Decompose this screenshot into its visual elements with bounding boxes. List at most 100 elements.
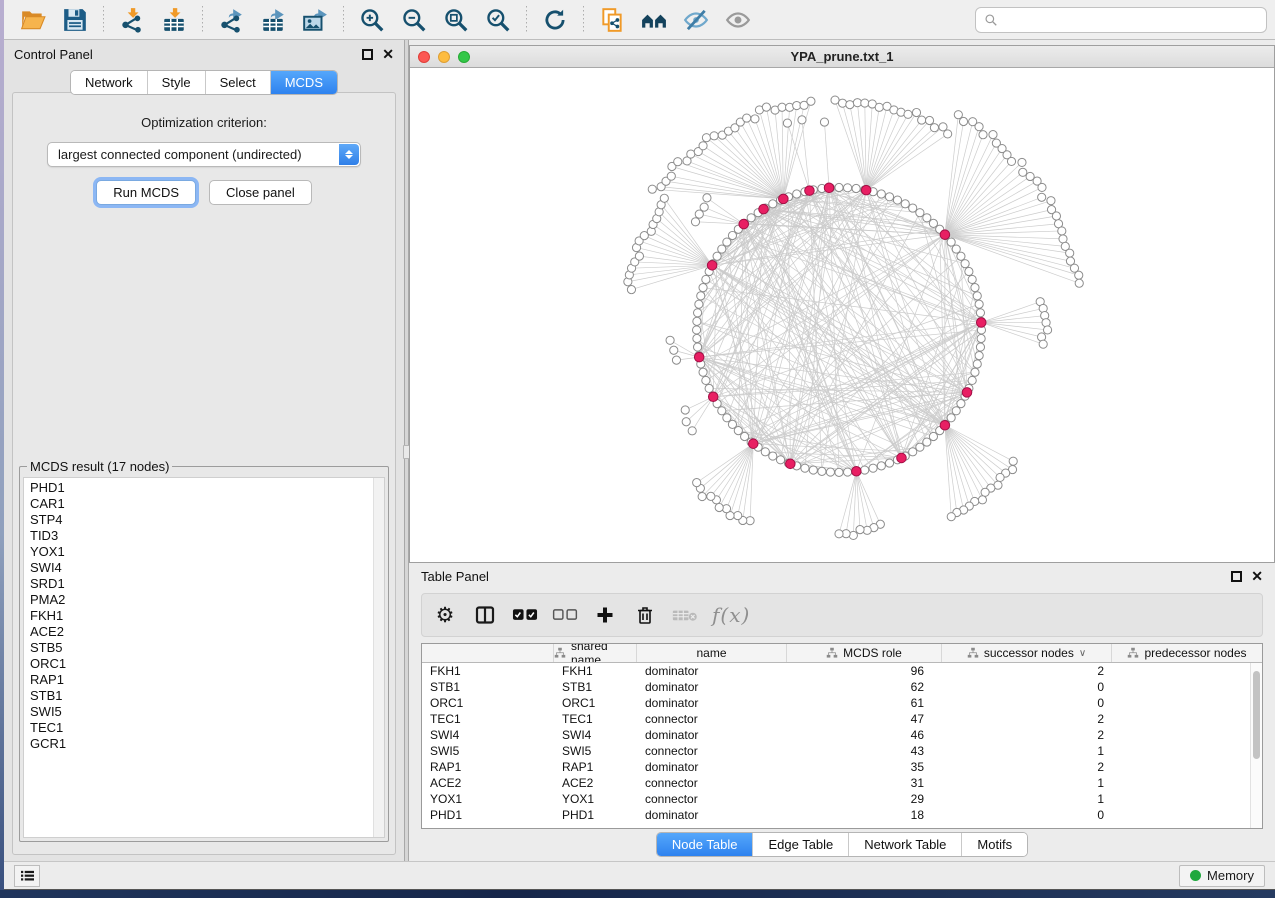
zoom-out-button[interactable] — [397, 4, 431, 36]
table-tab[interactable]: Edge Table — [753, 833, 849, 856]
export-image-button[interactable] — [298, 4, 332, 36]
memory-button[interactable]: Memory — [1179, 865, 1265, 887]
zoom-in-button[interactable] — [355, 4, 389, 36]
control-panel-float-icon[interactable] — [362, 49, 373, 60]
task-list-icon — [20, 869, 35, 882]
table-tab[interactable]: Node Table — [657, 833, 754, 856]
mcds-result-item[interactable]: FKH1 — [30, 608, 384, 624]
table-tab[interactable]: Motifs — [962, 833, 1027, 856]
import-table-button[interactable] — [157, 4, 191, 36]
table-row[interactable]: FKH1 FKH1 dominator 96 2 — [422, 663, 1250, 679]
column-header[interactable]: name ∨ — [637, 644, 787, 662]
select-all-button[interactable] — [512, 602, 538, 628]
mcds-result-item[interactable]: SWI4 — [30, 560, 384, 576]
mcds-result-item[interactable]: ORC1 — [30, 656, 384, 672]
cell-successor-nodes: 96 — [787, 664, 942, 678]
mcds-result-item[interactable]: ACE2 — [30, 624, 384, 640]
window-close-icon[interactable] — [418, 51, 430, 63]
mcds-result-group: MCDS result (17 nodes) PHD1CAR1STP4TID3Y… — [19, 459, 389, 842]
table-row[interactable]: TEC1 TEC1 connector 47 2 — [422, 711, 1250, 727]
table-panel-float-icon[interactable] — [1231, 571, 1242, 582]
export-table-button[interactable] — [256, 4, 290, 36]
mcds-result-item[interactable]: STB1 — [30, 688, 384, 704]
task-history-button[interactable] — [14, 865, 40, 887]
control-panel-tab[interactable]: Select — [206, 71, 271, 94]
cell-mcds-role: connector — [637, 792, 787, 806]
show-all-button[interactable] — [721, 4, 755, 36]
search-input[interactable] — [1004, 12, 1258, 27]
clone-network-button[interactable] — [595, 4, 629, 36]
table-scrollbar-thumb[interactable] — [1253, 671, 1260, 759]
add-column-button[interactable] — [592, 602, 618, 628]
import-network-button[interactable] — [115, 4, 149, 36]
table-row[interactable]: RAP1 RAP1 dominator 35 2 — [422, 759, 1250, 775]
cell-name: TEC1 — [554, 712, 637, 726]
cell-successor-nodes: 29 — [787, 792, 942, 806]
cell-shared-name: SWI4 — [422, 728, 554, 742]
export-image-icon — [302, 7, 328, 33]
mcds-result-item[interactable]: STB5 — [30, 640, 384, 656]
mcds-result-item[interactable]: SRD1 — [30, 576, 384, 592]
column-header[interactable]: successor nodes ∨ — [942, 644, 1112, 662]
split-columns-button[interactable] — [472, 602, 498, 628]
column-header[interactable]: shared name ∨ — [554, 644, 637, 662]
table-panel-close-icon[interactable]: ✕ — [1251, 571, 1263, 582]
control-panel-tab[interactable]: Style — [148, 71, 206, 94]
network-canvas[interactable] — [410, 68, 1274, 562]
cell-predecessor-nodes: 1 — [942, 744, 1112, 758]
control-panel-tab[interactable]: MCDS — [271, 71, 337, 94]
houses-button[interactable] — [637, 4, 671, 36]
table-row[interactable]: SWI5 SWI5 connector 43 1 — [422, 743, 1250, 759]
mcds-list-scrollbar[interactable] — [373, 478, 384, 837]
control-panel-tab[interactable]: Network — [71, 71, 148, 94]
export-network-button[interactable] — [214, 4, 248, 36]
optimization-criterion-label: Optimization criterion: — [13, 115, 395, 130]
zoom-selected-button[interactable] — [481, 4, 515, 36]
column-header[interactable]: predecessor nodes ∨ — [1112, 644, 1262, 662]
mcds-result-item[interactable]: CAR1 — [30, 496, 384, 512]
table-row[interactable]: SWI4 SWI4 dominator 46 2 — [422, 727, 1250, 743]
save-session-button[interactable] — [58, 4, 92, 36]
mcds-result-item[interactable]: STP4 — [30, 512, 384, 528]
table-row[interactable]: STB1 STB1 dominator 62 0 — [422, 679, 1250, 695]
deselect-all-button[interactable] — [552, 602, 578, 628]
window-maximize-icon[interactable] — [458, 51, 470, 63]
column-type-icon — [554, 647, 566, 659]
criterion-select[interactable]: largest connected component (undirected) — [47, 142, 361, 167]
mcds-result-list[interactable]: PHD1CAR1STP4TID3YOX1SWI4SRD1PMA2FKH1ACE2… — [23, 477, 385, 838]
network-canvas-svg[interactable] — [410, 68, 1274, 562]
refresh-button[interactable] — [538, 4, 572, 36]
run-mcds-button[interactable]: Run MCDS — [96, 180, 196, 205]
cell-successor-nodes: 35 — [787, 760, 942, 774]
mcds-result-item[interactable]: PMA2 — [30, 592, 384, 608]
cell-predecessor-nodes: 1 — [942, 776, 1112, 790]
window-minimize-icon[interactable] — [438, 51, 450, 63]
cell-predecessor-nodes: 2 — [942, 760, 1112, 774]
mcds-result-item[interactable]: GCR1 — [30, 736, 384, 752]
open-file-button[interactable] — [16, 4, 50, 36]
cell-shared-name: RAP1 — [422, 760, 554, 774]
mcds-result-item[interactable]: YOX1 — [30, 544, 384, 560]
table-scrollbar[interactable] — [1250, 663, 1262, 828]
table-row[interactable]: ORC1 ORC1 dominator 61 0 — [422, 695, 1250, 711]
delete-column-button[interactable] — [632, 602, 658, 628]
control-panel-close-icon[interactable]: ✕ — [382, 49, 394, 60]
cell-shared-name: ACE2 — [422, 776, 554, 790]
hide-selected-button[interactable] — [679, 4, 713, 36]
table-row[interactable]: ACE2 ACE2 connector 31 1 — [422, 775, 1250, 791]
mcds-result-item[interactable]: TID3 — [30, 528, 384, 544]
memory-button-label: Memory — [1207, 868, 1254, 883]
mcds-result-item[interactable]: RAP1 — [30, 672, 384, 688]
main-toolbar — [4, 0, 1275, 40]
table-row[interactable]: PHD1 PHD1 dominator 18 0 — [422, 807, 1250, 823]
mcds-result-item[interactable]: PHD1 — [30, 480, 384, 496]
settings-gear-button[interactable]: ⚙ — [432, 602, 458, 628]
mcds-result-item[interactable]: TEC1 — [30, 720, 384, 736]
column-header[interactable]: MCDS role ∨ — [787, 644, 942, 662]
table-row[interactable]: YOX1 YOX1 connector 29 1 — [422, 791, 1250, 807]
mcds-result-item[interactable]: SWI5 — [30, 704, 384, 720]
zoom-fit-button[interactable] — [439, 4, 473, 36]
table-tab[interactable]: Network Table — [849, 833, 962, 856]
close-panel-button[interactable]: Close panel — [209, 180, 312, 205]
column-type-icon — [967, 647, 979, 659]
